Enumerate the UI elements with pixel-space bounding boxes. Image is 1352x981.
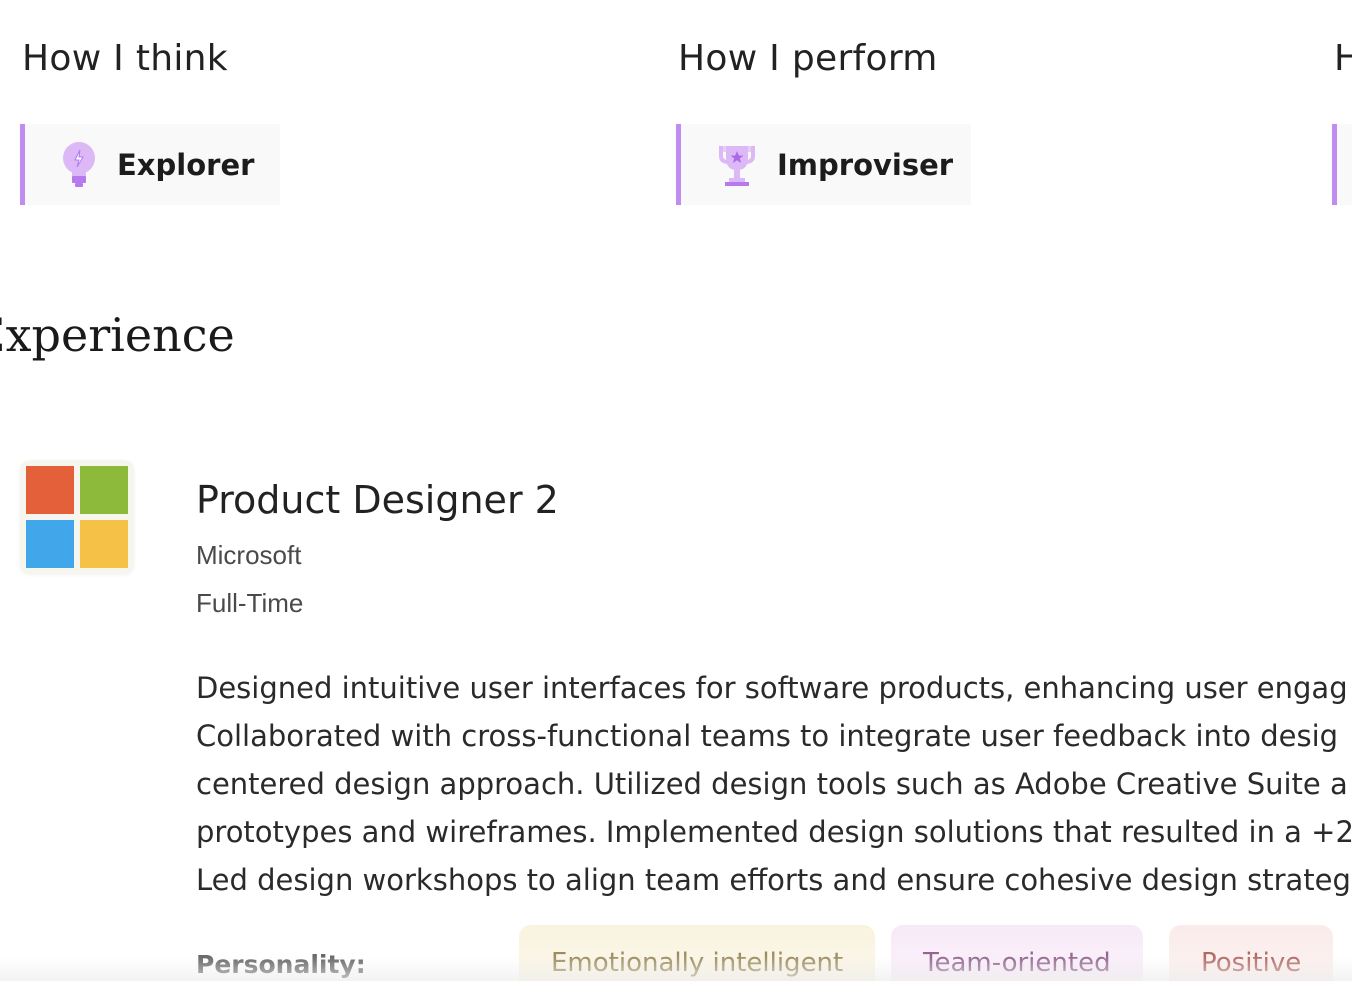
- trait-chip-label: Improviser: [777, 147, 954, 182]
- microsoft-logo: [20, 460, 134, 574]
- job-title: Product Designer 2: [196, 478, 559, 522]
- lightbulb-icon: [61, 140, 97, 190]
- trait-chip-clipped[interactable]: [1332, 124, 1352, 205]
- description-line: prototypes and wireframes. Implemented d…: [196, 815, 1352, 849]
- employment-type: Full-Time: [196, 588, 304, 618]
- logo-square-blue: [26, 520, 74, 568]
- trait-heading: How I perform: [678, 38, 938, 79]
- profile-page: How I think Explorer How I perform Impro…: [0, 0, 1352, 981]
- trait-chip-label: Explorer: [117, 147, 255, 182]
- trait-heading: How I think: [22, 38, 228, 79]
- personality-label: Personality:: [196, 950, 366, 979]
- personality-tag-team-oriented: Team-oriented: [891, 925, 1143, 981]
- personality-tag-emotionally-intelligent: Emotionally intelligent: [519, 925, 876, 981]
- trait-chip-explorer[interactable]: Explorer: [20, 124, 280, 205]
- company-name: Microsoft: [196, 540, 302, 570]
- personality-tag-positive: Positive: [1169, 925, 1334, 981]
- description-line: Collaborated with cross-functional teams…: [196, 719, 1339, 753]
- trophy-icon: [717, 140, 757, 190]
- description-line: centered design approach. Utilized desig…: [196, 767, 1348, 801]
- logo-square-green: [80, 466, 128, 514]
- trait-heading: H: [1334, 38, 1352, 79]
- trait-chip-improviser[interactable]: Improviser: [676, 124, 971, 205]
- job-description: Designed intuitive user interfaces for s…: [196, 664, 1352, 904]
- experience-section-title: Experience: [0, 308, 235, 362]
- logo-square-red: [26, 466, 74, 514]
- description-line: Led design workshops to align team effor…: [196, 863, 1351, 897]
- logo-square-yellow: [80, 520, 128, 568]
- description-line: Designed intuitive user interfaces for s…: [196, 671, 1348, 705]
